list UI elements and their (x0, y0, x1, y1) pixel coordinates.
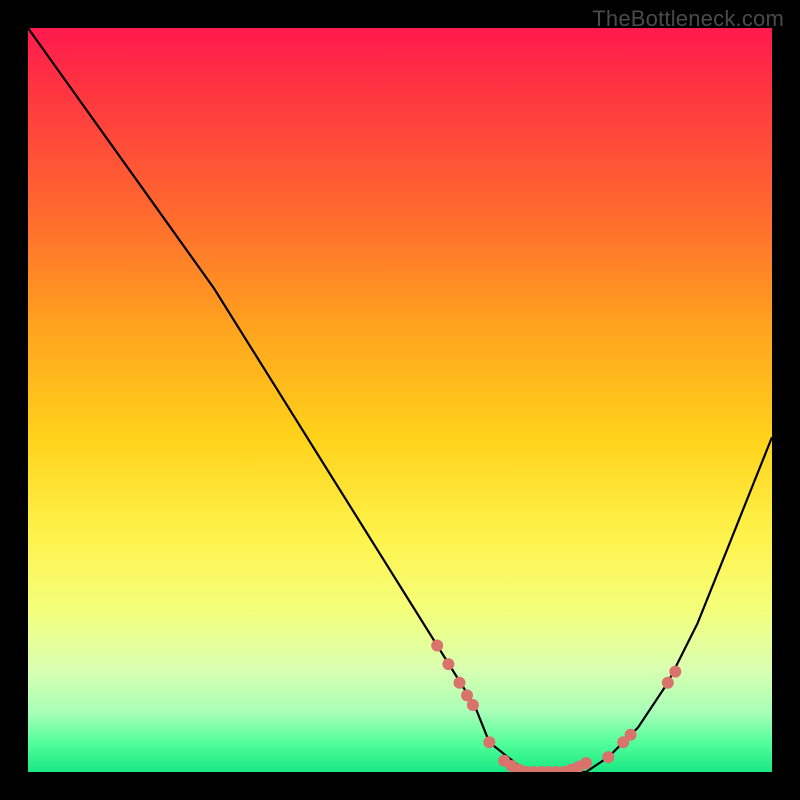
curve-markers (431, 640, 681, 773)
curve-line (28, 28, 772, 772)
data-point (669, 666, 681, 678)
data-point (662, 677, 674, 689)
data-point (467, 699, 479, 711)
chart-svg (28, 28, 772, 772)
data-point (580, 757, 592, 769)
data-point (625, 729, 637, 741)
data-point (431, 640, 443, 652)
watermark-text: TheBottleneck.com (592, 6, 784, 32)
data-point (602, 751, 614, 763)
bottleneck-curve (28, 28, 772, 772)
data-point (454, 677, 466, 689)
chart-frame: TheBottleneck.com (0, 0, 800, 800)
data-point (483, 736, 495, 748)
data-point (442, 658, 454, 670)
chart-plot-area (28, 28, 772, 772)
